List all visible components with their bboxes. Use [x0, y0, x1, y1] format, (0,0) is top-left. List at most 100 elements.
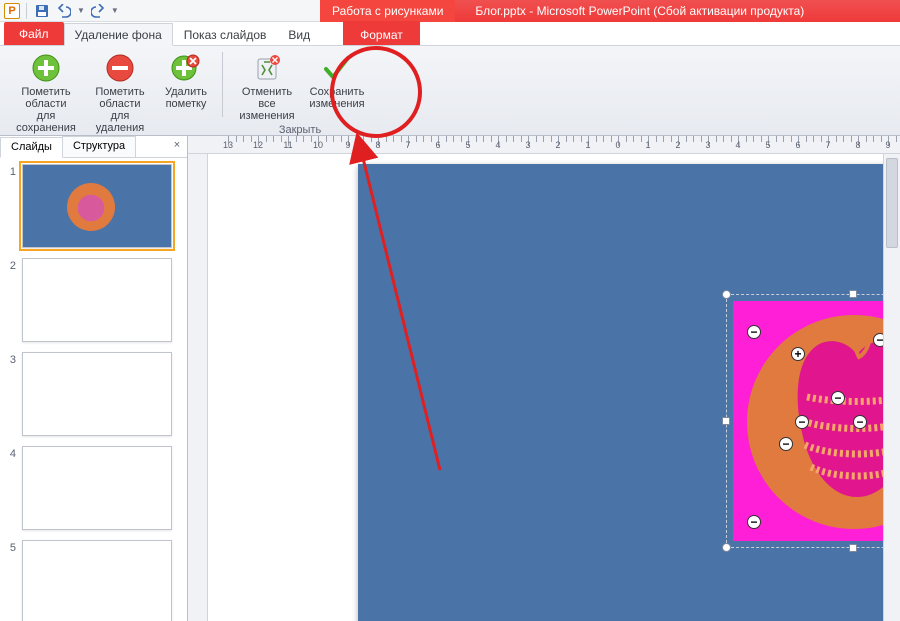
plus-circle-green-icon [30, 52, 62, 84]
keep-changes-button[interactable]: Сохранитьизменения [305, 50, 369, 110]
mark-keep-label-2: для сохранения [16, 110, 76, 134]
save-icon[interactable] [33, 2, 51, 20]
undo-icon[interactable] [55, 2, 73, 20]
delete-mark-button[interactable]: Удалитьпометку [158, 50, 214, 110]
vertical-ruler[interactable] [188, 154, 208, 621]
mark-areas-keep-button[interactable]: Пометить областидля сохранения [10, 50, 82, 134]
ruler-label: 4 [735, 140, 740, 150]
remove-hint-marker[interactable]: − [747, 325, 761, 339]
slide-thumbnail-2[interactable] [22, 258, 172, 342]
window-title: Блог.pptx - Microsoft PowerPoint (Сбой а… [455, 0, 900, 22]
remove-hint-marker[interactable]: − [747, 515, 761, 529]
selection-handle[interactable] [722, 290, 731, 299]
tab-slideshow[interactable]: Показ слайдов [173, 23, 278, 45]
ruler-label: 6 [795, 140, 800, 150]
ribbon-separator [222, 52, 223, 117]
ruler-label: 4 [495, 140, 500, 150]
undo-dropdown-icon[interactable]: ▼ [77, 6, 85, 15]
ruler-label: 5 [765, 140, 770, 150]
ribbon-group-close: Отменить всеизменения Сохранитьизменения… [227, 48, 373, 135]
ribbon: Пометить областидля сохранения Пометить … [0, 46, 900, 136]
keep-label-1: Сохранить [310, 86, 365, 98]
ruler-label: 3 [705, 140, 710, 150]
remove-hint-marker[interactable]: − [853, 415, 867, 429]
thumb-row[interactable]: 5 [4, 540, 183, 621]
selection-handle[interactable] [722, 543, 731, 552]
thumb-number: 4 [4, 446, 16, 460]
ruler-label: 6 [435, 140, 440, 150]
ruler-label: 12 [253, 140, 263, 150]
background-removal-mask: − + − + − − − − − + − − [733, 301, 900, 541]
ruler-label: 8 [375, 140, 380, 150]
ruler-label: 10 [313, 140, 323, 150]
delete-mark-label-1: Удалить [165, 86, 207, 98]
qat-customize-icon[interactable]: ▼ [111, 6, 119, 15]
ruler-label: 2 [555, 140, 560, 150]
ruler-label: 5 [465, 140, 470, 150]
picture-selection[interactable]: − + − + − − − − − + − − [726, 294, 900, 548]
ruler-label: 7 [825, 140, 830, 150]
ruler-label: 9 [345, 140, 350, 150]
thumb-number: 3 [4, 352, 16, 366]
mark-areas-remove-button[interactable]: Пометить областидля удаления [84, 50, 156, 134]
thumb-row[interactable]: 3 [4, 352, 183, 436]
slide-panel-close-icon[interactable]: × [167, 136, 187, 157]
vertical-scrollbar[interactable] [883, 154, 900, 621]
minus-circle-red-icon [104, 52, 136, 84]
title-bar: P ▼ ▼ Работа с рисунками Блог.pptx - Mic… [0, 0, 900, 22]
redo-icon[interactable] [89, 2, 107, 20]
thumb-row[interactable]: 1 [4, 164, 183, 248]
slide-panel: Слайды Структура × 1 2 3 4 5 [0, 136, 188, 621]
powerpoint-app-icon[interactable]: P [4, 3, 20, 19]
slide-canvas[interactable]: − + − + − − − − − + − − [208, 154, 900, 621]
qat-separator [26, 3, 27, 19]
slide-panel-tab-slides[interactable]: Слайды [0, 137, 63, 158]
horizontal-ruler[interactable]: 131211109876543210123456789 [188, 136, 900, 154]
slide-thumbnail-4[interactable] [22, 446, 172, 530]
slide-thumbnail-5[interactable] [22, 540, 172, 621]
checkmark-green-icon [321, 52, 353, 84]
picture-tools-tab-group: Формат [343, 21, 420, 45]
ruler-label: 0 [615, 140, 620, 150]
quick-access-toolbar: P ▼ ▼ [0, 0, 320, 22]
thumb-row[interactable]: 2 [4, 258, 183, 342]
selection-handle[interactable] [849, 290, 857, 298]
ruler-label: 1 [585, 140, 590, 150]
discard-label-2: изменения [239, 110, 294, 122]
mark-remove-label-2: для удаления [96, 110, 144, 134]
recycle-bin-icon [251, 52, 283, 84]
discard-changes-button[interactable]: Отменить всеизменения [231, 50, 303, 122]
ribbon-group-refine: Пометить областидля сохранения Пометить … [6, 48, 218, 135]
remove-hint-marker[interactable]: − [779, 437, 793, 451]
ruler-label: 7 [405, 140, 410, 150]
keep-hint-marker[interactable]: + [791, 347, 805, 361]
thumb-number: 1 [4, 164, 16, 178]
slide-thumbnails[interactable]: 1 2 3 4 5 [0, 158, 187, 621]
tab-remove-background[interactable]: Удаление фона [64, 23, 173, 46]
mark-keep-label-1: Пометить области [21, 86, 70, 110]
delete-mark-icon [170, 52, 202, 84]
tab-file[interactable]: Файл [4, 22, 64, 45]
selection-handle[interactable] [849, 544, 857, 552]
tab-format[interactable]: Формат [349, 23, 414, 45]
keep-label-2: изменения [309, 98, 364, 110]
ruler-ticks: 131211109876543210123456789 [228, 136, 900, 153]
thumb-number: 5 [4, 540, 16, 554]
ruler-label: 8 [855, 140, 860, 150]
picture-tools-context-tab: Работа с рисунками [320, 0, 455, 22]
slide-thumbnail-3[interactable] [22, 352, 172, 436]
ribbon-tab-strip: Файл Удаление фона Показ слайдов Вид Фор… [0, 22, 900, 46]
thumb-row[interactable]: 4 [4, 446, 183, 530]
remove-hint-marker[interactable]: − [831, 391, 845, 405]
scrollbar-thumb[interactable] [886, 158, 898, 248]
ruler-label: 3 [525, 140, 530, 150]
tab-view[interactable]: Вид [277, 23, 321, 45]
workspace: Слайды Структура × 1 2 3 4 5 [0, 136, 900, 621]
thumb-number: 2 [4, 258, 16, 272]
slide-thumbnail-1[interactable] [22, 164, 172, 248]
slide-surface[interactable]: − + − + − − − − − + − − [358, 164, 900, 621]
ruler-label: 2 [675, 140, 680, 150]
remove-hint-marker[interactable]: − [795, 415, 809, 429]
selection-handle[interactable] [722, 417, 730, 425]
slide-panel-tab-outline[interactable]: Структура [62, 136, 136, 157]
